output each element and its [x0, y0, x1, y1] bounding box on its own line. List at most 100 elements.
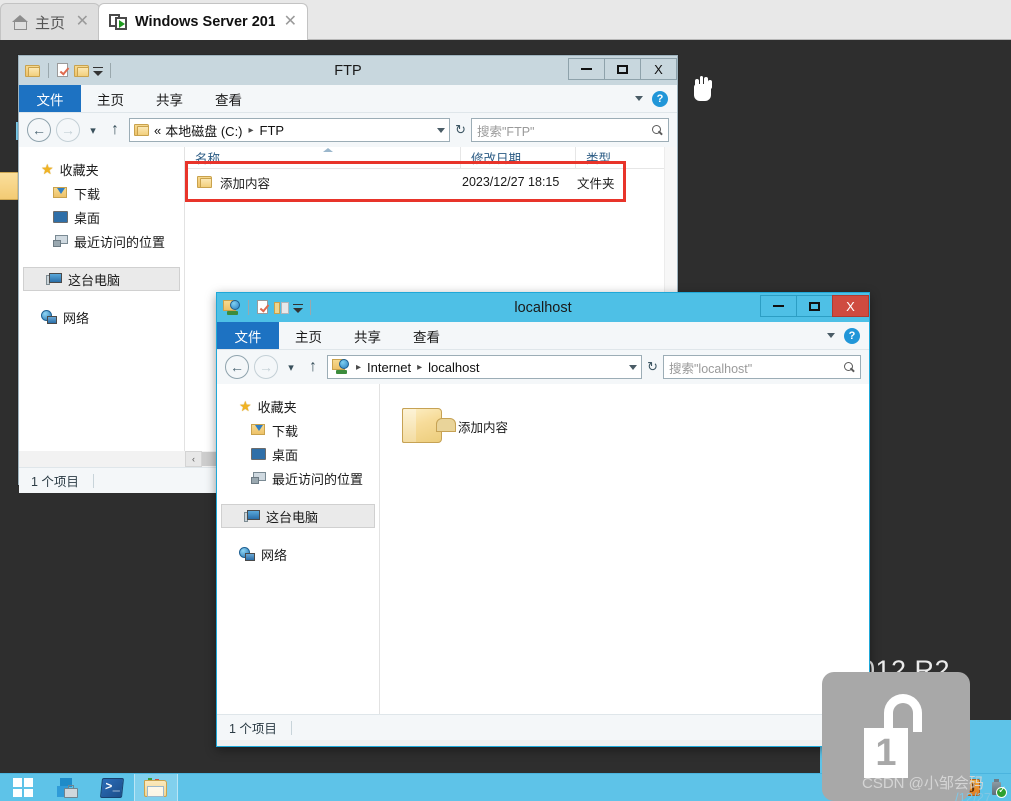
- status-divider: [92, 473, 94, 488]
- taskbar-item-file-explorer[interactable]: [134, 773, 178, 801]
- ftp-site-icon: [332, 359, 350, 375]
- list-item[interactable]: 添加内容: [402, 406, 508, 446]
- unlock-badge-count: 1: [875, 731, 897, 774]
- properties-icon[interactable]: [256, 300, 271, 315]
- start-button[interactable]: [0, 774, 46, 801]
- localhost-window-titlebar[interactable]: localhost X: [217, 293, 869, 322]
- chevron-down-icon[interactable]: [629, 364, 638, 370]
- ftp-navigation-pane[interactable]: ★ 收藏夹 下载 桌面 最近访问的位置 这台电脑 网络: [19, 147, 185, 451]
- folder-icon[interactable]: [25, 64, 41, 78]
- localhost-navigation-pane[interactable]: ★ 收藏夹 下载 桌面 最近访问的位置 这台电脑 网络: [217, 384, 380, 714]
- recent-locations-button[interactable]: ▾: [85, 118, 101, 142]
- sidebar-item-label: 网络: [63, 310, 90, 326]
- close-button[interactable]: X: [640, 58, 677, 80]
- sidebar-item-network[interactable]: 网络: [217, 542, 379, 566]
- refresh-icon[interactable]: ↻: [647, 359, 658, 375]
- ribbon-tab-home[interactable]: 主页: [81, 85, 140, 112]
- remote-desktop-surface[interactable]: 012 R2 FTP X 文件 主页 共享 查看 ? ← → ▾ ↑ « 本地磁…: [0, 40, 1011, 773]
- close-button[interactable]: X: [832, 295, 869, 317]
- chevron-down-icon[interactable]: [437, 127, 446, 133]
- new-folder-icon[interactable]: [274, 301, 290, 315]
- sidebar-item-this-pc[interactable]: 这台电脑: [23, 267, 180, 291]
- taskbar-item-server-manager[interactable]: [46, 774, 90, 801]
- sidebar-item-network[interactable]: 网络: [19, 305, 184, 329]
- ribbon-tab-file[interactable]: 文件: [19, 85, 81, 112]
- breadcrumb-root[interactable]: «: [154, 123, 161, 138]
- localhost-file-list[interactable]: 添加内容: [380, 384, 869, 714]
- back-button[interactable]: ←: [225, 355, 249, 379]
- sidebar-item-downloads[interactable]: 下载: [217, 418, 379, 442]
- forward-button[interactable]: →: [56, 118, 80, 142]
- back-button[interactable]: ←: [27, 118, 51, 142]
- help-icon[interactable]: ?: [652, 90, 668, 107]
- localhost-quick-access-toolbar[interactable]: [223, 299, 315, 316]
- help-icon[interactable]: ?: [844, 327, 860, 344]
- close-icon[interactable]: ✕: [74, 14, 91, 30]
- sidebar-item-label: 网络: [261, 547, 288, 563]
- forward-button[interactable]: →: [254, 355, 278, 379]
- maximize-button[interactable]: [604, 58, 641, 80]
- breadcrumb-folder[interactable]: FTP: [260, 123, 285, 138]
- breadcrumb-separator-icon: ▸: [417, 361, 423, 373]
- chevron-down-icon[interactable]: [827, 333, 835, 338]
- ftp-search-input[interactable]: 搜索"FTP": [471, 118, 669, 142]
- windows-logo-icon: [13, 778, 33, 797]
- localhost-search-input[interactable]: 搜索"localhost": [663, 355, 861, 379]
- usb-icon[interactable]: [989, 779, 1007, 798]
- refresh-icon[interactable]: ↻: [455, 122, 466, 138]
- star-icon: ★: [239, 398, 252, 414]
- powershell-icon: [99, 777, 125, 798]
- localhost-ribbon: 文件 主页 共享 查看 ?: [217, 322, 869, 350]
- ribbon-tab-view[interactable]: 查看: [199, 85, 258, 112]
- up-button[interactable]: ↑: [106, 118, 124, 142]
- sidebar-item-desktop[interactable]: 桌面: [217, 442, 379, 466]
- new-folder-icon[interactable]: [74, 64, 90, 78]
- localhost-explorer-window[interactable]: localhost X 文件 主页 共享 查看 ? ← → ▾ ↑ ▸ Inte…: [216, 292, 870, 747]
- ribbon-tab-file[interactable]: 文件: [217, 322, 279, 349]
- sidebar-item-desktop[interactable]: 桌面: [19, 205, 184, 229]
- remote-desktop-icon: [109, 13, 128, 31]
- search-icon[interactable]: [844, 361, 855, 373]
- localhost-window-controls: X: [760, 293, 869, 322]
- close-icon[interactable]: ✕: [282, 14, 299, 30]
- tab-home-label: 主页: [35, 14, 66, 32]
- tab-home[interactable]: 主页 ✕: [0, 3, 100, 40]
- ftp-window-titlebar[interactable]: FTP X: [19, 56, 677, 85]
- minimize-button[interactable]: [568, 58, 605, 80]
- sidebar-item-recent-places[interactable]: 最近访问的位置: [217, 466, 379, 490]
- up-button[interactable]: ↑: [304, 355, 322, 379]
- minimize-button[interactable]: [760, 295, 797, 317]
- network-icon: [41, 310, 57, 324]
- tab-windows-server-2012[interactable]: Windows Server 2012 ✕: [98, 3, 308, 40]
- ftp-address-bar[interactable]: « 本地磁盘 (C:) ▸ FTP: [129, 118, 451, 142]
- ribbon-tab-view[interactable]: 查看: [397, 322, 456, 349]
- sidebar-item-downloads[interactable]: 下载: [19, 181, 184, 205]
- sidebar-item-this-pc[interactable]: 这台电脑: [221, 504, 375, 528]
- desktop-icon: [251, 448, 266, 460]
- ribbon-tab-share[interactable]: 共享: [338, 322, 397, 349]
- taskbar-item-powershell[interactable]: [90, 774, 134, 801]
- sidebar-item-recent-places[interactable]: 最近访问的位置: [19, 229, 184, 253]
- sidebar-item-favorites[interactable]: ★ 收藏夹: [19, 157, 184, 181]
- sidebar-item-favorites[interactable]: ★ 收藏夹: [217, 394, 379, 418]
- ribbon-tab-share[interactable]: 共享: [140, 85, 199, 112]
- maximize-button[interactable]: [796, 295, 833, 317]
- breadcrumb-drive[interactable]: 本地磁盘 (C:): [165, 121, 242, 140]
- breadcrumb-host[interactable]: localhost: [428, 360, 479, 375]
- search-icon[interactable]: [652, 124, 663, 136]
- localhost-address-bar[interactable]: ▸ Internet ▸ localhost: [327, 355, 643, 379]
- annotation-highlight-box: [185, 161, 626, 202]
- sidebar-item-label: 收藏夹: [59, 162, 99, 178]
- this-pc-icon: [244, 509, 260, 523]
- sidebar-item-label: 最近访问的位置: [74, 234, 166, 250]
- ftp-site-icon[interactable]: [223, 299, 241, 316]
- properties-icon[interactable]: [56, 63, 71, 78]
- chevron-down-icon[interactable]: [93, 66, 103, 77]
- ribbon-tab-home[interactable]: 主页: [279, 322, 338, 349]
- chevron-down-icon[interactable]: [293, 303, 303, 314]
- breadcrumb-internet[interactable]: Internet: [367, 360, 411, 375]
- recent-locations-button[interactable]: ▾: [283, 355, 299, 379]
- scroll-left-button[interactable]: ‹: [185, 451, 202, 467]
- chevron-down-icon[interactable]: [635, 96, 643, 101]
- ftp-quick-access-toolbar[interactable]: [25, 63, 115, 78]
